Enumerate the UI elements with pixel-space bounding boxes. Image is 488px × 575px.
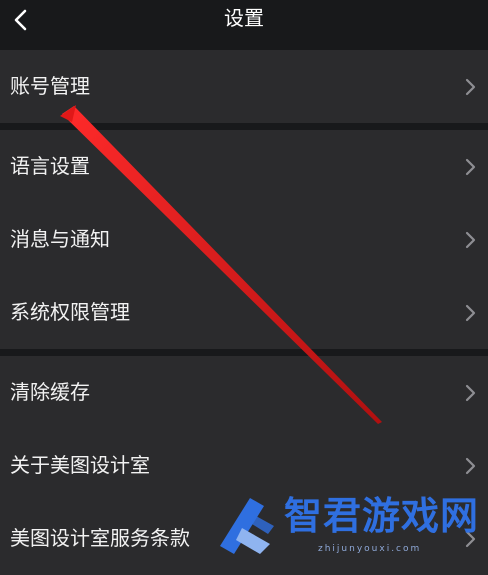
menu-item-messages-notifications[interactable]: 消息与通知 [0, 203, 488, 276]
menu-item-clear-cache[interactable]: 清除缓存 [0, 356, 488, 429]
menu-item-label: 美图设计室服务条款 [10, 526, 190, 550]
menu-item-language-settings[interactable]: 语言设置 [0, 130, 488, 203]
menu-item-label: 系统权限管理 [10, 300, 130, 324]
settings-group-about: 清除缓存 关于美图设计室 美图设计室服务条款 [0, 356, 488, 575]
menu-item-label: 消息与通知 [10, 227, 110, 251]
nav-bar: 设置 [0, 0, 488, 46]
menu-item-system-permissions[interactable]: 系统权限管理 [0, 276, 488, 349]
settings-group-account: 账号管理 [0, 50, 488, 123]
chevron-right-icon [465, 384, 476, 402]
page-title: 设置 [224, 6, 264, 30]
menu-item-about[interactable]: 关于美图设计室 [0, 429, 488, 502]
chevron-right-icon [465, 457, 476, 475]
menu-item-label: 账号管理 [10, 74, 90, 98]
chevron-right-icon [465, 231, 476, 249]
chevron-right-icon [465, 78, 476, 96]
chevron-right-icon [465, 304, 476, 322]
chevron-right-icon [465, 530, 476, 548]
menu-item-account-management[interactable]: 账号管理 [0, 50, 488, 123]
menu-item-label: 清除缓存 [10, 380, 90, 404]
menu-item-label: 关于美图设计室 [10, 453, 150, 477]
menu-item-label: 语言设置 [10, 154, 90, 178]
settings-group-general: 语言设置 消息与通知 系统权限管理 [0, 130, 488, 349]
menu-item-terms-of-service[interactable]: 美图设计室服务条款 [0, 502, 488, 575]
chevron-right-icon [465, 158, 476, 176]
